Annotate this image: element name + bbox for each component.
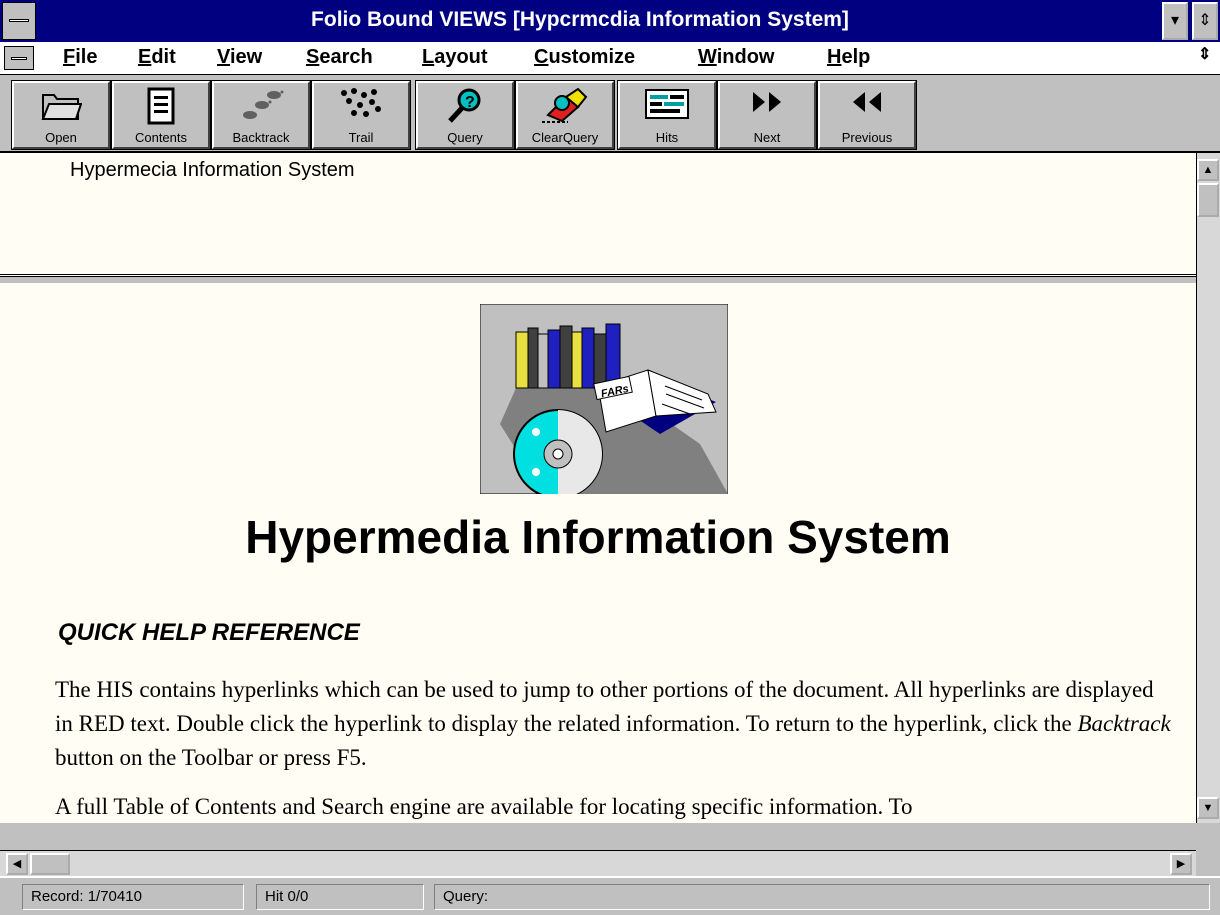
footprints-icon <box>243 90 284 119</box>
menu-file[interactable]: File <box>63 46 97 69</box>
vertical-scroll-thumb[interactable] <box>1197 183 1219 217</box>
backtrack-emphasis: Backtrack <box>1077 711 1171 736</box>
previous-button[interactable]: Previous <box>817 80 917 150</box>
contents-button[interactable]: Contents <box>111 80 211 150</box>
contents-icon <box>147 87 175 125</box>
previous-icon <box>853 92 881 112</box>
his-logo-image: FARs <box>480 304 728 494</box>
document-heading: Hypermedia Information System <box>245 511 951 563</box>
window-title: Folio Bound VIEWS [Hypcrmcdia Informatio… <box>311 8 849 31</box>
paragraph-hyperlinks-end: button on the Toolbar or press F5. <box>55 745 367 770</box>
eraser-icon <box>542 87 588 123</box>
backtrack-button[interactable]: Backtrack <box>211 80 311 150</box>
header-pane: Hypermecia Information System <box>0 153 1196 277</box>
status-query: Query: <box>434 884 1210 910</box>
hits-button-label: Hits <box>655 130 679 145</box>
trail-button-label: Trail <box>348 130 374 145</box>
scrollbar-corner <box>1196 850 1220 876</box>
menu-window[interactable]: Window <box>698 46 774 69</box>
horizontal-scroll-thumb[interactable] <box>30 853 70 875</box>
document-pane: FARs Hypermedia Information System QUICK… <box>0 283 1196 823</box>
next-button-label: Next <box>753 130 781 145</box>
menu-edit[interactable]: Edit <box>138 46 176 69</box>
paragraph-table-of-contents: A full Table of Contents and Search engi… <box>55 794 913 819</box>
next-button[interactable]: Next <box>717 80 817 150</box>
previous-button-label: Previous <box>841 130 893 145</box>
menu-layout[interactable]: Layout <box>422 46 488 69</box>
query-button-label: Query <box>447 130 483 145</box>
trail-button[interactable]: Trail <box>311 80 411 150</box>
clearquery-button-label: ClearQuery <box>531 130 599 145</box>
horizontal-scrollbar[interactable]: ◀ ▶ <box>0 850 1196 877</box>
document-system-menu-button[interactable] <box>4 46 34 70</box>
contents-button-label: Contents <box>134 130 188 145</box>
restore-button[interactable]: ⇕ <box>1192 2 1218 40</box>
menu-customize[interactable]: Customize <box>534 46 635 69</box>
status-hit: Hit 0/0 <box>256 884 424 910</box>
status-bar: Record: 1/70410 Hit 0/0 Query: <box>0 876 1220 915</box>
vertical-scrollbar[interactable]: ▲ ▼ <box>1196 153 1220 823</box>
menu-search[interactable]: Search <box>306 46 373 69</box>
quick-help-subheading: QUICK HELP REFERENCE <box>58 619 360 646</box>
scroll-down-button[interactable]: ▼ <box>1197 797 1219 819</box>
open-button[interactable]: Open <box>11 80 111 150</box>
menu-help[interactable]: Help <box>827 46 870 69</box>
hits-button[interactable]: Hits <box>617 80 717 150</box>
status-record: Record: 1/70410 <box>22 884 244 910</box>
scroll-left-button[interactable]: ◀ <box>6 853 28 875</box>
toolbar: Open Contents Backtrack Trail ? Query Cl… <box>0 75 1220 153</box>
next-icon <box>753 92 781 112</box>
paragraph-hyperlinks: The HIS contains hyperlinks which can be… <box>55 673 1175 775</box>
menu-view[interactable]: View <box>217 46 262 69</box>
folder-icon <box>41 94 82 120</box>
minimize-button[interactable]: ▾ <box>1162 2 1188 40</box>
svg-text:?: ? <box>465 94 475 111</box>
query-button[interactable]: ? Query <box>415 80 515 150</box>
document-restore-button[interactable]: ⇕ <box>1198 44 1211 64</box>
header-pane-text: Hypermecia Information System <box>70 159 355 181</box>
paragraph-hyperlinks-text: The HIS contains hyperlinks which can be… <box>55 677 1154 736</box>
scroll-right-button[interactable]: ▶ <box>1170 853 1192 875</box>
query-icon: ? <box>448 88 481 123</box>
clearquery-button[interactable]: ClearQuery <box>515 80 615 150</box>
hits-icon <box>645 89 689 119</box>
trail-icon <box>341 88 381 117</box>
menu-bar: File Edit View Search Layout Customize W… <box>0 42 1220 75</box>
scroll-up-button[interactable]: ▲ <box>1197 159 1219 181</box>
backtrack-button-label: Backtrack <box>232 130 290 145</box>
title-bar: Folio Bound VIEWS [Hypcrmcdia Informatio… <box>0 0 1220 42</box>
open-button-label: Open <box>45 130 77 145</box>
